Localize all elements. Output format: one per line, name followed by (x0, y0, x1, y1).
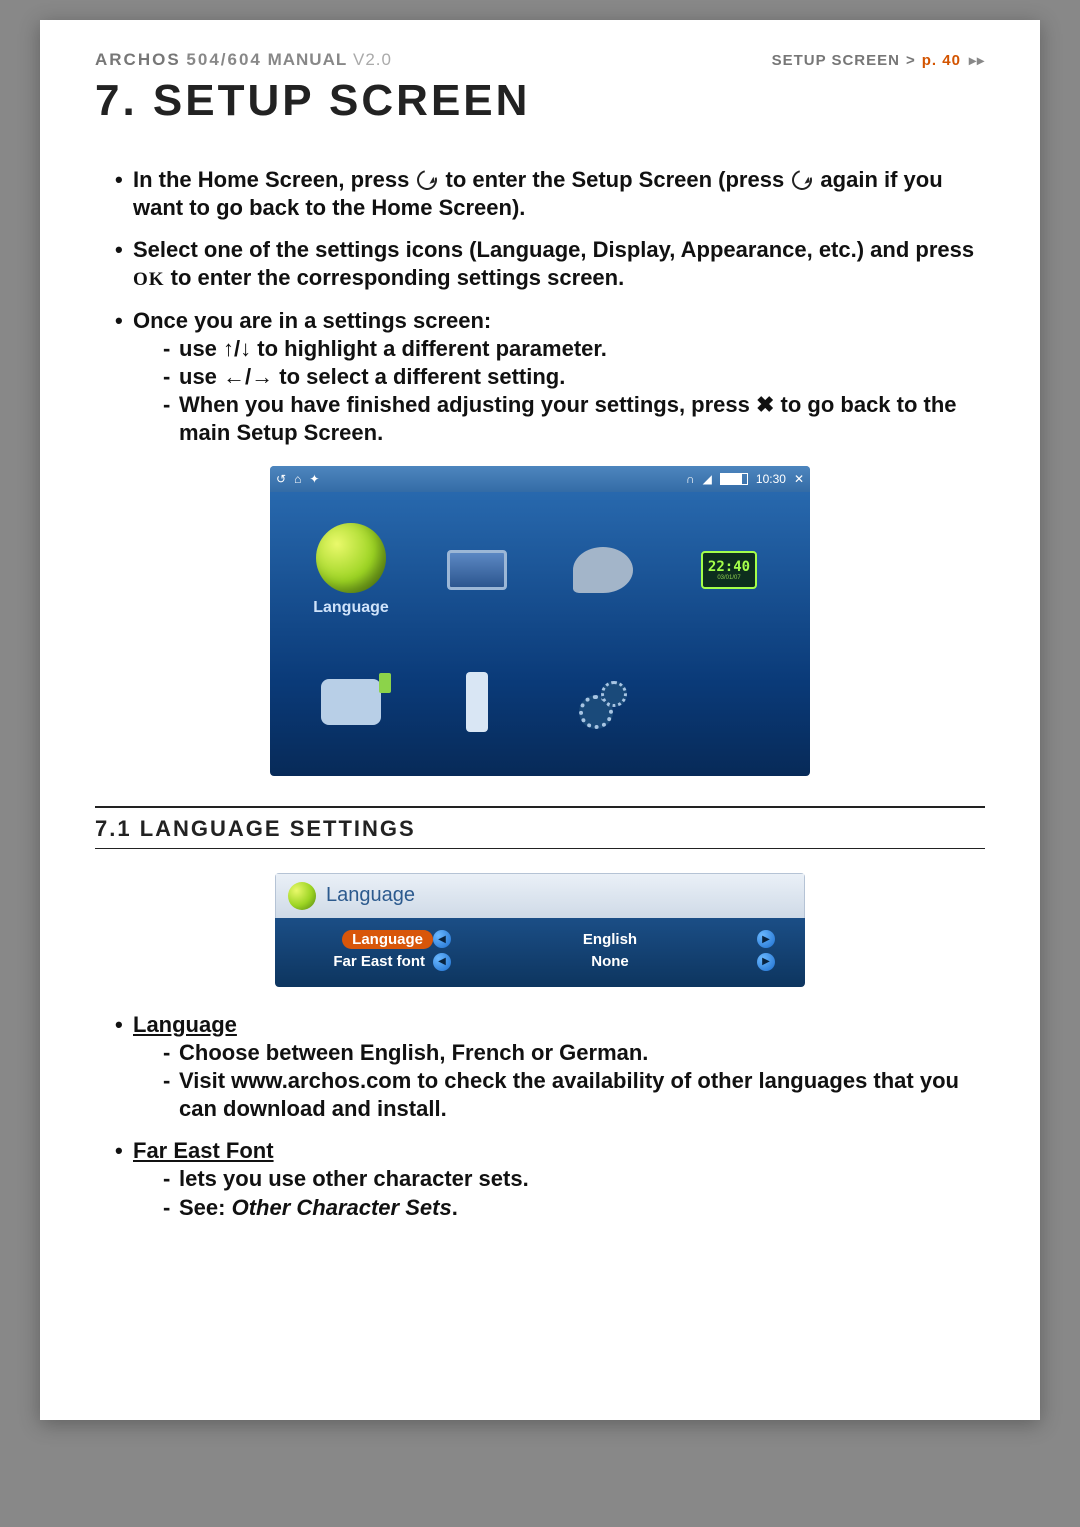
language-section-content: Language Choose between English, French … (95, 1011, 985, 1222)
left-right-arrows-icon: ←/→ (223, 364, 273, 389)
arrow-right-icon: ▶ (757, 930, 775, 948)
language-settings-screenshot: Language Language ◀ English ▶ Far East f… (275, 873, 805, 987)
fareast-item-1: lets you use other character sets. (163, 1165, 985, 1193)
remote-icon (466, 672, 488, 732)
clock-value: 10:30 (756, 472, 786, 486)
battery-icon (720, 473, 748, 485)
bullet-2: Select one of the settings icons (Langua… (115, 236, 985, 292)
section-label: SETUP SCREEN (772, 52, 900, 69)
page-number: p. 40 (922, 52, 961, 69)
manual-page: ARCHOS 504/604 MANUAL V2.0 SETUP SCREEN … (40, 20, 1040, 1420)
setup-icon (789, 166, 816, 193)
setup-icon (414, 166, 441, 193)
page-title: 7. SETUP SCREEN (95, 76, 985, 126)
setup-screen-screenshot: ↺ ⌂ ✦ ∩ ◢ 10:30 ✕ Language 22:40 (270, 466, 810, 776)
tools-icon: ✦ (309, 472, 319, 486)
divider (95, 848, 985, 849)
volume-icon: ◢ (703, 472, 712, 486)
language-item-2: Visit www.archos.com to check the availa… (163, 1067, 985, 1123)
up-down-arrows-icon: ↑/↓ (223, 336, 251, 361)
manual-label: MANUAL (268, 50, 348, 69)
tvcontrol-tile (424, 642, 530, 762)
plug-icon (321, 679, 381, 725)
bullet-3-2: use ←/→ to select a different setting. (163, 363, 985, 391)
language-row-label: Language (342, 930, 433, 949)
home-icon: ⌂ (294, 472, 301, 486)
fareast-heading: Far East Font lets you use other charact… (115, 1137, 985, 1221)
version-label: V2.0 (353, 50, 392, 69)
palette-icon (573, 547, 633, 593)
fareast-row-label: Far East font (293, 953, 433, 970)
system-tile (550, 642, 656, 762)
intro-content: In the Home Screen, press to enter the S… (95, 166, 985, 448)
language-tile-label: Language (313, 599, 389, 617)
appearance-tile (550, 510, 656, 630)
bullet-1: In the Home Screen, press to enter the S… (115, 166, 985, 222)
power-tile (298, 642, 404, 762)
empty-tile (676, 642, 782, 762)
divider (95, 806, 985, 808)
language-item-1: Choose between English, French or German… (163, 1039, 985, 1067)
device-status-bar: ↺ ⌂ ✦ ∩ ◢ 10:30 ✕ (270, 466, 810, 492)
globe-icon (316, 523, 386, 593)
clock-icon: 22:40 03/01/07 (701, 551, 757, 589)
language-tile: Language (298, 510, 404, 630)
fareast-item-2: See: Other Character Sets. (163, 1194, 985, 1222)
back-icon: ↺ (276, 472, 286, 486)
language-row-value: English (463, 931, 757, 948)
ok-icon: OK (133, 269, 165, 290)
arrow-left-icon: ◀ (433, 953, 451, 971)
forward-icon: ▸▸ (969, 52, 985, 69)
fareast-row: Far East font ◀ None ▶ (293, 951, 787, 973)
header-left: ARCHOS 504/604 MANUAL V2.0 (95, 50, 392, 70)
section-7-1-title: 7.1 LANGUAGE SETTINGS (95, 816, 985, 842)
header-right: SETUP SCREEN > p. 40 ▸▸ (772, 52, 985, 69)
other-charsets-link-text: Other Character Sets (232, 1195, 452, 1220)
language-subtitle: Language (133, 1012, 237, 1037)
fareast-subtitle: Far East Font (133, 1138, 274, 1163)
close-icon: ✖ (756, 392, 774, 417)
page-header: ARCHOS 504/604 MANUAL V2.0 SETUP SCREEN … (95, 50, 985, 70)
language-panel-header: Language (275, 873, 805, 918)
monitor-icon (447, 550, 507, 590)
arrow-left-icon: ◀ (433, 930, 451, 948)
breadcrumb-sep: > (906, 52, 916, 69)
arrow-right-icon: ▶ (757, 953, 775, 971)
fareast-row-value: None (463, 953, 757, 970)
language-panel-title: Language (326, 884, 415, 907)
bullet-3: Once you are in a settings screen: use ↑… (115, 307, 985, 448)
bullet-3-3: When you have finished adjusting your se… (163, 391, 985, 447)
model-label: 504/604 (186, 50, 261, 69)
gears-icon (573, 677, 633, 727)
brand-label: ARCHOS (95, 50, 181, 69)
clock-tile: 22:40 03/01/07 (676, 510, 782, 630)
language-row: Language ◀ English ▶ (293, 928, 787, 951)
bullet-3-1: use ↑/↓ to highlight a different paramet… (163, 335, 985, 363)
language-heading: Language Choose between English, French … (115, 1011, 985, 1124)
globe-icon (288, 882, 316, 910)
headphones-icon: ∩ (686, 472, 695, 486)
display-tile (424, 510, 530, 630)
close-icon: ✕ (794, 472, 804, 486)
